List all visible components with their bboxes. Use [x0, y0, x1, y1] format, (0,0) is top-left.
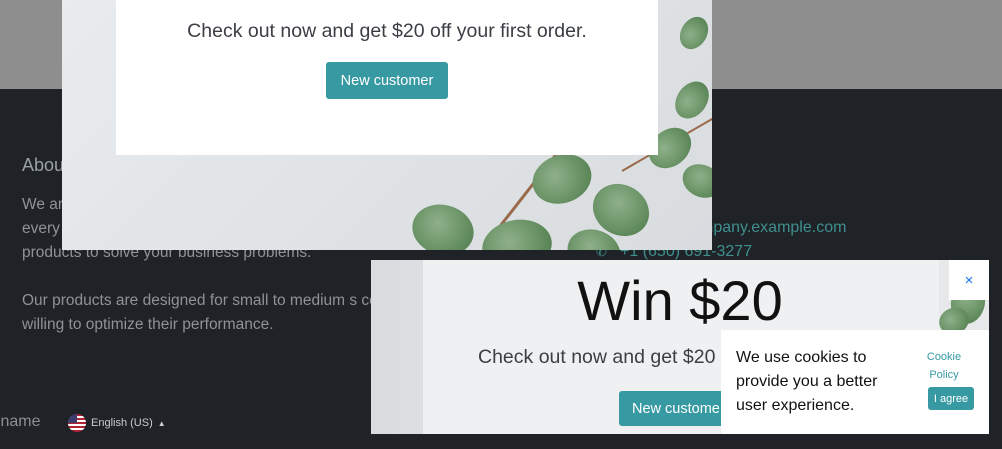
language-label: English (US) — [91, 417, 153, 429]
promo-title: Win $20 — [577, 269, 783, 332]
brand-name: y name — [0, 413, 41, 430]
caret-down-icon: ▲ — [157, 418, 166, 428]
cookie-message: We use cookies to provide you a better u… — [736, 349, 878, 414]
cookie-banner: We use cookies to provide you a better u… — [721, 330, 989, 434]
cookie-policy-link[interactable]: Cookie Policy — [917, 348, 971, 384]
close-icon: × — [964, 271, 974, 289]
cookie-agree-button[interactable]: I agree — [928, 387, 974, 410]
flag-us-icon — [68, 414, 86, 432]
promo-popup-top: Check out now and get $20 off your first… — [62, 0, 712, 250]
promo-card-top: Check out now and get $20 off your first… — [116, 0, 658, 155]
language-selector[interactable]: English (US) ▲ — [68, 414, 166, 432]
close-popup-button[interactable]: × — [949, 260, 989, 300]
contact-email-link[interactable]: mpany.example.com — [700, 219, 846, 237]
promo-message-top: Check out now and get $20 off your first… — [187, 20, 587, 42]
new-customer-button-top[interactable]: New customer — [326, 62, 448, 99]
promo-message-bottom: Check out now and get $20 — [478, 346, 716, 368]
